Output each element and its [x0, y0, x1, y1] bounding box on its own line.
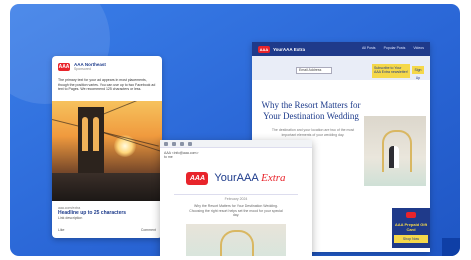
- site-brand-name[interactable]: YourAAA Extra: [273, 47, 305, 52]
- nav-popular-posts[interactable]: Popular Posts: [384, 46, 406, 50]
- more-icon[interactable]: [188, 141, 192, 146]
- email-toolbar: [160, 140, 312, 148]
- aaa-badge-icon: [406, 212, 416, 218]
- email-masthead: AAA YourAAA Extra: [160, 164, 312, 192]
- gift-card-ad[interactable]: AAA Prepaid Gift Card Shop Now: [392, 208, 430, 248]
- corner-accent: [442, 238, 460, 256]
- ad-description: Link description: [58, 216, 83, 220]
- email-brand: YourAAA Extra: [214, 172, 285, 184]
- hero-banner: AAA AAA Northeast Sponsored The primary …: [10, 4, 460, 256]
- bridge-image[interactable]: [52, 101, 162, 201]
- recipient-label: to me: [164, 155, 173, 159]
- shop-now-button[interactable]: Shop Now: [394, 235, 428, 243]
- wedding-arch: [220, 230, 254, 256]
- bridge-deck: [52, 173, 162, 201]
- social-ad-card[interactable]: AAA AAA Northeast Sponsored The primary …: [52, 56, 162, 238]
- nav-all-posts[interactable]: All Posts: [362, 46, 376, 50]
- site-nav: All Posts Popular Posts Videos: [362, 46, 424, 50]
- article-title[interactable]: Why the Resort Matters for Your Destinat…: [252, 100, 370, 122]
- wedding-couple: [389, 146, 399, 168]
- like-button[interactable]: Like: [58, 228, 64, 232]
- archive-icon[interactable]: [172, 141, 176, 146]
- aaa-logo-icon: AAA: [186, 171, 209, 185]
- gift-card-title: AAA Prepaid Gift Card: [394, 222, 428, 232]
- ad-link-preview[interactable]: aaa.com/extra Headline up to 25 characte…: [58, 206, 156, 220]
- ad-primary-text: The primary text for your ad appears in …: [58, 78, 156, 91]
- delete-icon[interactable]: [180, 141, 184, 146]
- aaa-logo-icon: AAA: [58, 62, 70, 71]
- email-preview-card[interactable]: AAA <info@aaa.com> to me AAA YourAAA Ext…: [160, 140, 312, 256]
- newsletter-signup-text: Subscribe to Your AAA Extra newsletter!: [372, 64, 410, 78]
- aaa-logo-icon[interactable]: AAA: [258, 45, 270, 53]
- signup-button[interactable]: Sign Up: [412, 66, 424, 80]
- back-icon[interactable]: [164, 141, 168, 146]
- brand-extra: Extra: [261, 172, 286, 184]
- ad-actions: Like Comment: [58, 228, 156, 232]
- email-field[interactable]: Email Address: [296, 67, 332, 74]
- ad-sponsored-label: Sponsored: [74, 67, 91, 71]
- article-intro: The destination and your location are tw…: [271, 128, 355, 137]
- email-sender: AAA <info@aaa.com> to me: [164, 151, 199, 159]
- email-date: February 2024: [224, 197, 248, 201]
- email-body-text: Why the Resort Matters for Your Destinat…: [189, 204, 283, 217]
- divider: [174, 194, 298, 195]
- site-header: AAA YourAAA Extra All Posts Popular Post…: [252, 42, 430, 56]
- email-hero-image[interactable]: [186, 224, 286, 256]
- nav-videos[interactable]: Videos: [413, 46, 424, 50]
- comment-button[interactable]: Comment: [141, 228, 156, 232]
- ad-header: AAA AAA Northeast Sponsored: [58, 62, 106, 71]
- brand-main: YourAAA: [214, 172, 262, 184]
- wedding-image[interactable]: [364, 116, 426, 186]
